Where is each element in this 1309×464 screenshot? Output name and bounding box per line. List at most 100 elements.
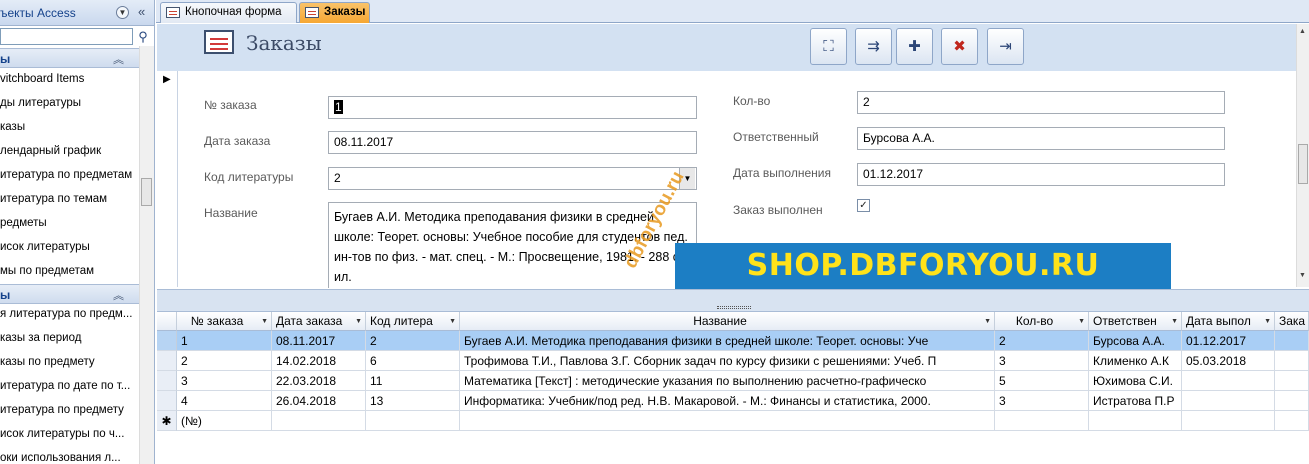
- new-record-cell[interactable]: [272, 411, 366, 431]
- order-no-field[interactable]: 1: [328, 96, 697, 119]
- column-header[interactable]: Дата заказа ▼: [272, 312, 366, 331]
- column-header[interactable]: Зака: [1275, 312, 1309, 331]
- nav-item[interactable]: казы: [0, 115, 139, 139]
- table-cell[interactable]: 3: [995, 391, 1089, 411]
- table-cell[interactable]: 11: [366, 371, 460, 391]
- table-cell[interactable]: 14.02.2018: [272, 351, 366, 371]
- responsible-field[interactable]: Бурсова А.А.: [857, 127, 1225, 150]
- table-cell[interactable]: 22.03.2018: [272, 371, 366, 391]
- form-scrollbar[interactable]: ▲ ▼: [1296, 24, 1309, 287]
- table-cell[interactable]: 05.03.2018: [1182, 351, 1275, 371]
- table-cell[interactable]: 13: [366, 391, 460, 411]
- chevron-up-icon[interactable]: ︽: [113, 287, 124, 303]
- table-cell[interactable]: [1275, 351, 1309, 371]
- row-selector[interactable]: [157, 391, 177, 411]
- find-button[interactable]: ⛶: [810, 28, 847, 65]
- done-date-field[interactable]: 01.12.2017: [857, 163, 1225, 186]
- nav-item[interactable]: редметы: [0, 211, 139, 235]
- column-header[interactable]: Ответствен ▼: [1089, 312, 1182, 331]
- order-date-field[interactable]: 08.11.2017: [328, 131, 697, 154]
- close-form-button[interactable]: ⇥: [987, 28, 1024, 65]
- nav-item[interactable]: лендарный график: [0, 139, 139, 163]
- splitter-grip-icon[interactable]: [717, 306, 751, 309]
- row-selector[interactable]: [157, 331, 177, 351]
- table-cell[interactable]: [1275, 371, 1309, 391]
- nav-item[interactable]: мы по предметам: [0, 259, 139, 283]
- chevron-down-icon[interactable]: ▼: [261, 312, 268, 330]
- row-selector[interactable]: [157, 351, 177, 371]
- new-record-cell[interactable]: [995, 411, 1089, 431]
- row-selector[interactable]: [157, 371, 177, 391]
- nav-item[interactable]: vitchboard Items: [0, 67, 139, 91]
- chevron-down-icon[interactable]: ▼: [449, 312, 456, 330]
- chevron-down-icon[interactable]: ▼: [1264, 312, 1271, 330]
- nav-group-reports[interactable]: ы ︽: [0, 284, 139, 304]
- new-record-cell[interactable]: [1275, 411, 1309, 431]
- chevron-down-icon[interactable]: ▼: [1171, 312, 1178, 330]
- chevron-down-icon[interactable]: ▼: [116, 6, 129, 19]
- table-cell[interactable]: Математика [Текст] : методические указан…: [460, 371, 995, 391]
- table-cell[interactable]: Клименко А.К: [1089, 351, 1182, 371]
- find-next-button[interactable]: ⇉: [855, 28, 892, 65]
- nav-item[interactable]: итература по предметам: [0, 163, 139, 187]
- select-all-corner[interactable]: [157, 312, 177, 331]
- table-cell[interactable]: 26.04.2018: [272, 391, 366, 411]
- table-cell[interactable]: Бугаев А.И. Методика преподавания физики…: [460, 331, 995, 351]
- column-header[interactable]: Дата выпол ▼: [1182, 312, 1275, 331]
- table-cell[interactable]: [1182, 371, 1275, 391]
- table-cell[interactable]: Трофимова Т.И., Павлова З.Г. Сборник зад…: [460, 351, 995, 371]
- table-cell[interactable]: 3: [177, 371, 272, 391]
- table-cell[interactable]: [1275, 391, 1309, 411]
- new-record-cell[interactable]: [1182, 411, 1275, 431]
- table-cell[interactable]: [1182, 391, 1275, 411]
- lit-code-combobox[interactable]: 2: [328, 167, 697, 190]
- nav-item[interactable]: исок литературы по ч...: [0, 422, 139, 446]
- nav-group-forms[interactable]: ы ︽: [0, 48, 139, 68]
- column-header[interactable]: № заказа ▼: [177, 312, 272, 331]
- table-cell[interactable]: 2: [177, 351, 272, 371]
- tab-orders[interactable]: Заказы: [299, 2, 370, 23]
- new-record-cell[interactable]: [460, 411, 995, 431]
- table-cell[interactable]: 5: [995, 371, 1089, 391]
- table-cell[interactable]: Бурсова А.А.: [1089, 331, 1182, 351]
- nav-item[interactable]: итература по темам: [0, 187, 139, 211]
- scroll-down-icon[interactable]: ▼: [1299, 272, 1306, 279]
- new-record-cell[interactable]: [1089, 411, 1182, 431]
- chevron-down-icon[interactable]: ▼: [1078, 312, 1085, 330]
- nav-item[interactable]: итература по предмету: [0, 398, 139, 422]
- nav-search-input[interactable]: [0, 28, 133, 45]
- table-cell[interactable]: 2: [366, 331, 460, 351]
- table-cell[interactable]: Юхимова С.И.: [1089, 371, 1182, 391]
- chevron-down-icon[interactable]: ▼: [355, 312, 362, 330]
- nav-scrollbar-thumb[interactable]: [141, 178, 152, 206]
- chevron-up-icon[interactable]: ︽: [113, 51, 124, 67]
- table-cell[interactable]: Информатика: Учебник/под ред. Н.В. Макар…: [460, 391, 995, 411]
- table-cell[interactable]: 6: [366, 351, 460, 371]
- table-cell[interactable]: 01.12.2017: [1182, 331, 1275, 351]
- table-cell[interactable]: 4: [177, 391, 272, 411]
- nav-item[interactable]: казы по предмету: [0, 350, 139, 374]
- scroll-up-icon[interactable]: ▲: [1299, 28, 1306, 35]
- nav-item[interactable]: казы за период: [0, 326, 139, 350]
- nav-scrollbar[interactable]: [139, 46, 154, 464]
- delete-record-button[interactable]: ✖: [941, 28, 978, 65]
- nav-item[interactable]: итература по дате по т...: [0, 374, 139, 398]
- column-header[interactable]: Название ▼: [460, 312, 995, 331]
- new-record-cell[interactable]: [366, 411, 460, 431]
- new-record-star-icon[interactable]: ✱: [157, 411, 177, 431]
- nav-item[interactable]: оки использования л...: [0, 446, 139, 464]
- table-cell[interactable]: 08.11.2017: [272, 331, 366, 351]
- table-cell[interactable]: 2: [995, 331, 1089, 351]
- table-cell[interactable]: 1: [177, 331, 272, 351]
- column-header[interactable]: Кол-во ▼: [995, 312, 1089, 331]
- table-cell[interactable]: [1275, 331, 1309, 351]
- new-record-button[interactable]: ✚: [896, 28, 933, 65]
- chevron-down-icon[interactable]: ▼: [984, 312, 991, 330]
- form-scrollbar-thumb[interactable]: [1298, 144, 1308, 184]
- table-cell[interactable]: Истратова П.Р: [1089, 391, 1182, 411]
- search-icon[interactable]: ⚲: [135, 28, 151, 45]
- column-header[interactable]: Код литера ▼: [366, 312, 460, 331]
- nav-item[interactable]: я литература по предм...: [0, 302, 139, 326]
- qty-field[interactable]: 2: [857, 91, 1225, 114]
- nav-item[interactable]: исок литературы: [0, 235, 139, 259]
